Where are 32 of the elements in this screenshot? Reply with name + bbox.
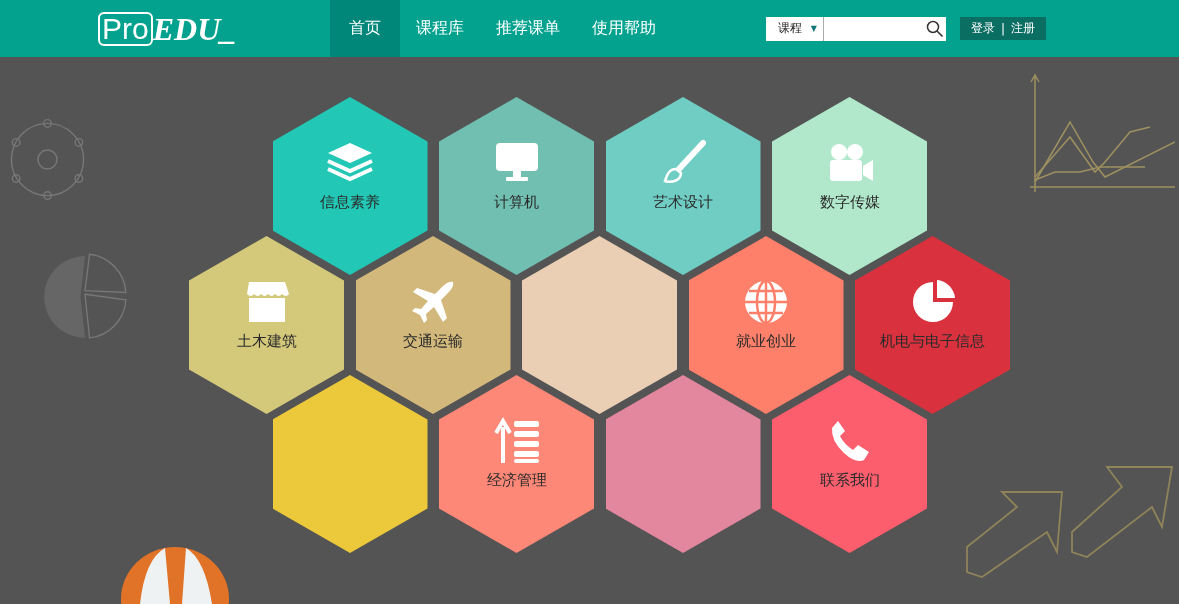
tile-label: 土木建筑 [236, 331, 297, 351]
category-tile[interactable]: 土木建筑 [189, 236, 344, 414]
category-tile[interactable]: 机电与电子信息 [855, 236, 1010, 414]
tile-label: 经济管理 [486, 470, 547, 490]
search-field[interactable] [824, 16, 946, 41]
tile-label: 机电与电子信息 [880, 331, 985, 351]
tile-label: 计算机 [494, 192, 539, 212]
tile-label: 联系我们 [819, 470, 880, 490]
register-link[interactable]: 注册 [1011, 20, 1036, 37]
nav-tab[interactable]: 课程库 [400, 0, 480, 57]
tile-label: 交通运输 [403, 331, 463, 351]
category-tile[interactable]: 计算机 [439, 97, 594, 275]
logo[interactable]: ProEDU_ [98, 8, 328, 49]
scope-dropdown[interactable]: 课程 ▼ [766, 16, 824, 41]
separator: | [1001, 21, 1006, 36]
nav-tab[interactable]: 推荐课单 [480, 0, 576, 57]
login-link[interactable]: 登录 [971, 20, 995, 37]
tile-label: 就业创业 [736, 331, 796, 351]
nav-tab[interactable]: 首页 [330, 0, 400, 57]
nav-tab[interactable]: 使用帮助 [576, 0, 672, 57]
sorted-list-icon [492, 416, 541, 465]
logo-text: Pro [98, 11, 153, 46]
tile-label: 数字传媒 [819, 192, 880, 212]
tile-label: 艺术设计 [653, 192, 713, 212]
tile-label: 信息素养 [320, 192, 380, 212]
logo-text: EDU_ [152, 11, 237, 46]
category-tile[interactable]: 艺术设计 [605, 97, 761, 275]
category-tile[interactable]: 联系我们 [772, 375, 927, 553]
search-icon[interactable] [926, 19, 944, 38]
category-tile[interactable]: 信息素养 [272, 97, 428, 275]
category-tile[interactable]: 经济管理 [439, 375, 594, 553]
category-tile[interactable]: 数字传媒 [772, 97, 927, 275]
